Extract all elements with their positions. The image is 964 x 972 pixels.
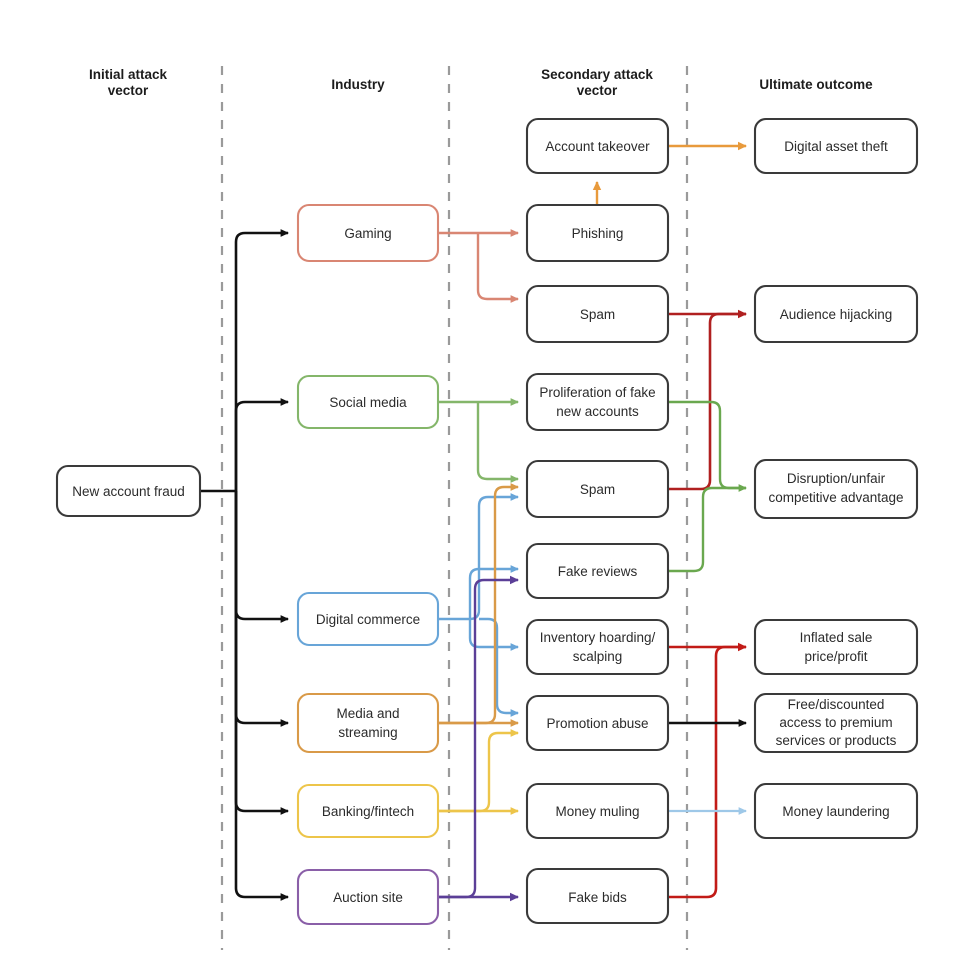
node-label-money-laundering: Money laundering [782,804,889,819]
node-inventory-hoarding[interactable]: Inventory hoarding/ scalping [525,618,670,676]
node-label-auction-site: Auction site [333,890,403,905]
node-inflated-sale-price[interactable]: Inflated sale price/profit [753,618,919,676]
node-label-social-media: Social media [329,395,407,410]
node-label-promotion-abuse: Promotion abuse [546,716,648,731]
node-account-takeover[interactable]: Account takeover [525,117,670,175]
edge-fraud-to-social-media [234,398,289,491]
node-label-free-access-line2: access to premium [779,715,892,730]
column-header-secondary-attack-vector-line2: vector [577,83,618,98]
column-headers: Initial attack vector Industry Secondary… [89,67,873,98]
node-social-media[interactable]: Social media [296,374,440,430]
node-label-inflated-sale-line2: price/profit [804,649,867,664]
node-proliferation-fake-accounts[interactable]: Proliferation of fake new accounts [525,372,670,432]
edge-fake-bids-to-inflated-sale [668,645,746,899]
edge-fraud-to-banking-fintech [234,491,289,815]
node-label-new-account-fraud: New account fraud [72,484,185,499]
node-label-disruption-line1: Disruption/unfair [787,471,886,486]
node-media-streaming[interactable]: Media and streaming [296,692,440,754]
node-label-gaming: Gaming [344,226,391,241]
node-disruption-unfair-advantage[interactable]: Disruption/unfair competitive advantage [753,458,919,520]
node-digital-asset-theft[interactable]: Digital asset theft [753,117,919,175]
node-money-muling[interactable]: Money muling [525,782,670,840]
edge-digital-commerce-to-promotion-abuse [479,617,519,717]
edge-fake-reviews-to-disruption [668,486,746,573]
node-label-inventory-hoarding-line1: Inventory hoarding/ [540,630,656,645]
node-label-spam-other: Spam [580,482,615,497]
node-label-audience-hijacking: Audience hijacking [780,307,893,322]
node-label-banking-fintech: Banking/fintech [322,804,414,819]
node-label-phishing: Phishing [572,226,624,241]
node-phishing[interactable]: Phishing [525,203,670,263]
node-label-account-takeover: Account takeover [545,139,650,154]
column-header-industry: Industry [331,77,385,92]
node-money-laundering[interactable]: Money laundering [753,782,919,840]
node-label-proliferation-line1: Proliferation of fake [539,385,655,400]
column-header-ultimate-outcome: Ultimate outcome [759,77,873,92]
edge-fraud-to-auction-site [234,491,289,901]
node-audience-hijacking[interactable]: Audience hijacking [753,284,919,344]
node-label-media-streaming-line2: streaming [338,725,397,740]
node-label-digital-asset-theft: Digital asset theft [784,139,888,154]
node-label-digital-commerce: Digital commerce [316,612,420,627]
node-banking-fintech[interactable]: Banking/fintech [296,783,440,839]
node-new-account-fraud[interactable]: New account fraud [55,464,202,518]
node-promotion-abuse[interactable]: Promotion abuse [525,694,670,752]
node-label-disruption-line2: competitive advantage [768,490,903,505]
edge-proliferation-to-disruption [668,400,747,492]
node-label-spam-gaming: Spam [580,307,615,322]
node-label-inventory-hoarding-line2: scalping [573,649,623,664]
flowchart-svg: Initial attack vector Industry Secondary… [55,66,919,950]
edge-gaming-to-spam [476,233,519,303]
node-label-free-access-line1: Free/discounted [788,697,885,712]
node-label-inflated-sale-line1: Inflated sale [800,630,873,645]
column-header-initial-attack-vector-line1: Initial attack [89,67,168,82]
node-label-media-streaming-line1: Media and [336,706,399,721]
node-label-money-muling: Money muling [555,804,639,819]
node-label-free-access-line3: services or products [776,733,897,748]
edge-fraud-to-media-streaming [234,491,289,727]
node-digital-commerce[interactable]: Digital commerce [296,591,440,647]
node-free-discounted-access[interactable]: Free/discounted access to premium servic… [753,692,919,754]
column-header-initial-attack-vector-line2: vector [108,83,149,98]
flowchart-diagram: Initial attack vector Industry Secondary… [0,0,964,972]
edge-group-initial-to-industry [200,229,289,901]
node-label-fake-reviews: Fake reviews [558,564,638,579]
node-gaming[interactable]: Gaming [296,203,440,263]
edge-fraud-to-gaming [234,229,289,491]
edge-social-media-to-spam [476,402,519,483]
node-auction-site[interactable]: Auction site [296,868,440,926]
edge-fraud-to-digital-commerce [234,491,289,623]
column-header-secondary-attack-vector-line1: Secondary attack [541,67,653,82]
node-label-proliferation-line2: new accounts [556,404,639,419]
node-fake-bids[interactable]: Fake bids [525,867,670,925]
node-spam-other[interactable]: Spam [525,459,670,519]
node-spam-gaming[interactable]: Spam [525,284,670,344]
node-label-fake-bids: Fake bids [568,890,627,905]
node-fake-reviews[interactable]: Fake reviews [525,542,670,600]
